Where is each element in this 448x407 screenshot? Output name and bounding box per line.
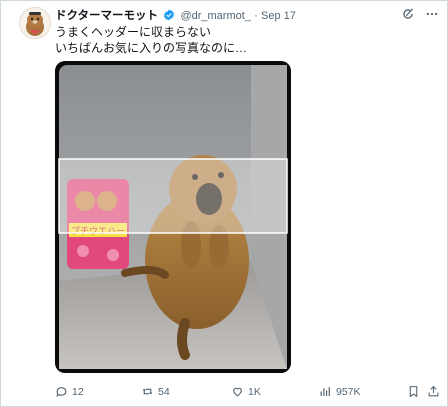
verified-badge-icon xyxy=(163,9,175,21)
repost-icon xyxy=(142,388,153,395)
repost-count: 54 xyxy=(158,385,170,398)
author-name[interactable]: ドクターマーモット xyxy=(55,10,158,22)
views-count: 957K xyxy=(336,385,361,398)
like-icon xyxy=(233,387,242,397)
reply-count: 12 xyxy=(72,385,84,398)
tweet-date[interactable]: Sep 17 xyxy=(261,10,296,22)
reply-button[interactable]: 12 xyxy=(55,385,84,398)
tweet-top-actions xyxy=(401,7,439,21)
reply-icon xyxy=(56,387,67,397)
more-icon[interactable] xyxy=(425,7,439,21)
dot-separator: · xyxy=(254,10,258,22)
share-icon xyxy=(428,385,439,397)
avatar[interactable] xyxy=(19,7,51,39)
tweet-actions: 12 54 1K 957K xyxy=(55,385,440,401)
like-count: 1K xyxy=(248,385,261,398)
author-handle[interactable]: @dr_marmot_ xyxy=(180,10,250,22)
tweet-text-line-2: いちばんお気に入りの写真なのに… xyxy=(55,41,248,55)
bookmark-icon xyxy=(409,386,418,398)
like-button[interactable]: 1K xyxy=(231,385,261,398)
tweet-media-image[interactable]: プチウエハー xyxy=(55,61,291,373)
repost-button[interactable]: 54 xyxy=(141,385,170,398)
grok-icon[interactable] xyxy=(401,7,415,21)
tweet-header: ドクターマーモット @dr_marmot_ · Sep 17 xyxy=(55,7,437,23)
tweet-card[interactable]: ドクターマーモット @dr_marmot_ · Sep 17 うまくヘッダーに収… xyxy=(0,0,448,407)
share-button[interactable] xyxy=(427,385,440,398)
tweet-text-line-1: うまくヘッダーに収まらない xyxy=(55,25,212,39)
views-button[interactable]: 957K xyxy=(319,385,361,398)
views-icon xyxy=(320,387,330,396)
bookmark-button[interactable] xyxy=(407,385,420,398)
